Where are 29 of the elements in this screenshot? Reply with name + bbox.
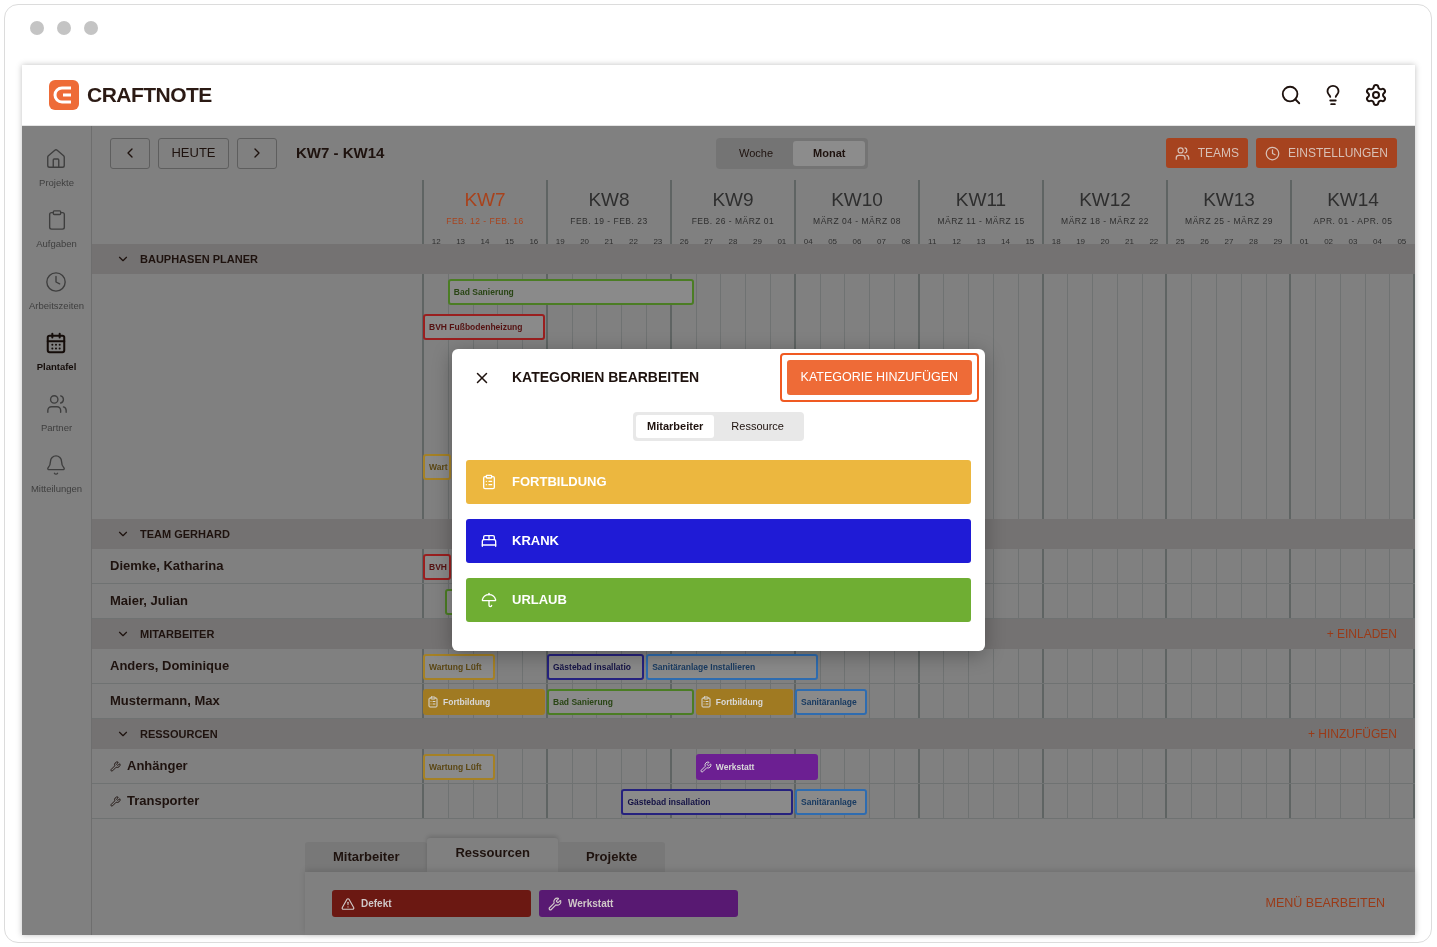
section-title: RESSOURCEN [140, 726, 218, 742]
week-range: KW7 - KW14 [296, 142, 385, 163]
week-title: KW12 [1079, 188, 1131, 212]
section-title: BAUPHASEN PLANER [140, 251, 258, 267]
row-name: Transporter [127, 792, 200, 811]
week-dates: APR. 01 - APR. 05 [1313, 215, 1393, 228]
week-dates: FEB. 19 - FEB. 23 [570, 215, 648, 228]
week-title: KW10 [831, 188, 883, 212]
week-title: KW7 [464, 188, 506, 212]
logo-text: CRAFTNOTE [87, 82, 212, 109]
week-dates: MÄRZ 04 - MÄRZ 08 [813, 215, 901, 228]
row-name: Maier, Julian [110, 592, 189, 611]
section-title: TEAM GERHARD [140, 526, 230, 542]
week-dates: MÄRZ 11 - MÄRZ 15 [937, 215, 1025, 228]
week-title: KW14 [1327, 188, 1379, 212]
week-dates: FEB. 12 - FEB. 16 [446, 215, 524, 228]
week-dates: MÄRZ 25 - MÄRZ 29 [1185, 215, 1273, 228]
week-title: KW9 [712, 188, 754, 212]
row-name: Anders, Dominique [110, 657, 230, 676]
week-title: KW11 [955, 188, 1007, 212]
week-dates: MÄRZ 18 - MÄRZ 22 [1061, 215, 1149, 228]
row-name: Anhänger [127, 757, 188, 776]
week-title: KW13 [1203, 188, 1255, 212]
week-dates: FEB. 26 - MÄRZ 01 [691, 215, 775, 228]
section-title: MITARBEITER [140, 626, 215, 642]
week-title: KW8 [588, 188, 630, 212]
row-name: Mustermann, Max [110, 692, 220, 711]
row-name: Diemke, Katharina [110, 557, 224, 576]
modal-title: KATEGORIEN BEARBEITEN [512, 368, 700, 387]
